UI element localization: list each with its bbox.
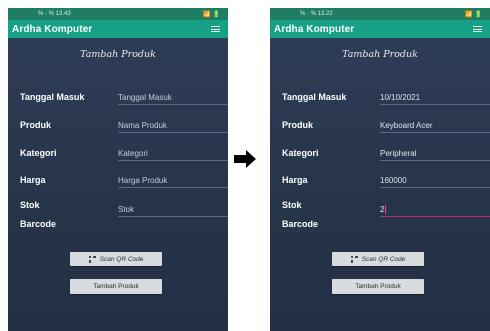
field-stok: Stok 2 bbox=[270, 200, 490, 217]
page-title: Tambah Produk bbox=[342, 49, 418, 60]
input-kategori[interactable]: Kategori bbox=[118, 148, 228, 161]
label-stok: Stok bbox=[282, 200, 302, 210]
tambah-produk-button[interactable]: Tambah Produk bbox=[70, 279, 162, 294]
field-harga: Harga 160000 bbox=[270, 175, 490, 191]
tambah-produk-label: Tambah Produk bbox=[355, 283, 401, 290]
field-barcode: Barcode bbox=[270, 219, 490, 235]
label-tanggal-masuk: Tanggal Masuk bbox=[282, 92, 347, 102]
right-arrow-icon bbox=[234, 150, 256, 168]
screen-after: % · % 13.22 📶 🔋 Ardha Komputer Tambah Pr… bbox=[270, 8, 490, 331]
label-produk: Produk bbox=[20, 120, 52, 130]
input-tanggal-masuk[interactable]: 10/10/2021 bbox=[380, 92, 490, 105]
input-harga[interactable]: Harga Produk bbox=[118, 175, 228, 188]
field-kategori: Kategori Kategori bbox=[8, 148, 228, 164]
label-kategori: Kategori bbox=[20, 148, 57, 158]
app-title: Ardha Komputer bbox=[274, 23, 355, 35]
label-harga: Harga bbox=[20, 175, 46, 185]
status-time: % · % 13.22 bbox=[300, 11, 333, 17]
screen-before: % · % 13.43 📶 🔋 Ardha Komputer Tambah Pr… bbox=[8, 8, 228, 331]
input-produk[interactable]: Keyboard Acer bbox=[380, 120, 490, 133]
field-produk: Produk Nama Produk bbox=[8, 120, 228, 136]
app-bar: Ardha Komputer bbox=[270, 20, 490, 38]
label-barcode: Barcode bbox=[20, 219, 57, 229]
label-tanggal-masuk: Tanggal Masuk bbox=[20, 92, 85, 102]
scan-qr-button[interactable]: Scan QR Code bbox=[70, 252, 162, 266]
label-kategori: Kategori bbox=[282, 148, 319, 158]
page-title: Tambah Produk bbox=[80, 49, 156, 60]
field-tanggal-masuk: Tanggal Masuk 10/10/2021 bbox=[270, 92, 490, 108]
status-icons: 📶 🔋 bbox=[465, 11, 482, 18]
input-harga[interactable]: 160000 bbox=[380, 175, 490, 188]
field-tanggal-masuk: Tanggal Masuk Tanggal Masuk bbox=[8, 92, 228, 108]
status-icons: 📶 🔋 bbox=[203, 11, 220, 18]
menu-icon[interactable] bbox=[211, 26, 220, 32]
menu-icon[interactable] bbox=[473, 26, 482, 32]
scan-qr-label: Scan QR Code bbox=[361, 255, 406, 263]
scan-qr-button[interactable]: Scan QR Code bbox=[332, 252, 424, 266]
field-barcode: Barcode bbox=[8, 219, 228, 235]
scan-qr-label: Scan QR Code bbox=[99, 255, 144, 263]
status-time: % · % 13.43 bbox=[38, 11, 71, 17]
field-produk: Produk Keyboard Acer bbox=[270, 120, 490, 136]
field-stok: Stok Stok bbox=[8, 200, 228, 217]
qr-code-icon bbox=[88, 255, 96, 263]
qr-code-icon bbox=[350, 255, 358, 263]
input-tanggal-masuk[interactable]: Tanggal Masuk bbox=[118, 92, 228, 105]
field-kategori: Kategori Peripheral bbox=[270, 148, 490, 164]
status-bar: % · % 13.43 📶 🔋 bbox=[8, 8, 228, 20]
input-kategori[interactable]: Peripheral bbox=[380, 148, 490, 161]
label-harga: Harga bbox=[282, 175, 308, 185]
status-bar: % · % 13.22 📶 🔋 bbox=[270, 8, 490, 20]
label-produk: Produk bbox=[282, 120, 314, 130]
label-barcode: Barcode bbox=[282, 219, 319, 229]
app-bar: Ardha Komputer bbox=[8, 20, 228, 38]
text-caret bbox=[385, 205, 387, 215]
app-title: Ardha Komputer bbox=[12, 23, 93, 35]
input-stok[interactable]: 2 bbox=[380, 204, 490, 217]
input-produk[interactable]: Nama Produk bbox=[118, 120, 228, 133]
field-harga: Harga Harga Produk bbox=[8, 175, 228, 191]
tambah-produk-button[interactable]: Tambah Produk bbox=[332, 279, 424, 294]
label-stok: Stok bbox=[20, 200, 40, 210]
tambah-produk-label: Tambah Produk bbox=[93, 283, 139, 290]
input-stok-value: 2 bbox=[380, 205, 385, 214]
input-stok[interactable]: Stok bbox=[118, 204, 228, 217]
